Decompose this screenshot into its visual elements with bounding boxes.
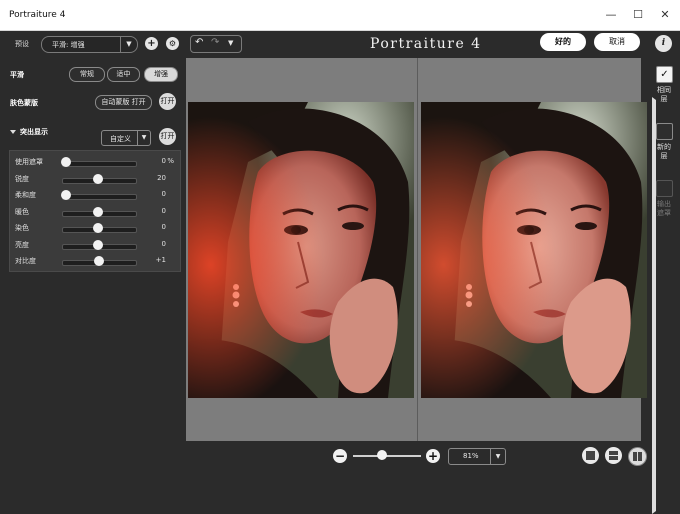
- new-layer-checkbox[interactable]: [656, 123, 673, 140]
- slider-value: 0: [161, 223, 166, 231]
- zoom-out-button[interactable]: −: [333, 449, 347, 463]
- slider-row: 亮度 0: [10, 237, 180, 253]
- section-enhance[interactable]: 突出显示: [10, 127, 48, 137]
- app-brand-logo: Portraiture 4: [370, 36, 482, 52]
- undo-icon[interactable]: ↶: [195, 37, 203, 48]
- slider-label: 柔和度: [15, 191, 36, 199]
- slider-unit: %: [167, 157, 174, 165]
- slider-row: 柔和度 0: [10, 187, 180, 203]
- slider-value: 20: [157, 173, 166, 182]
- slider-value: 0: [161, 190, 166, 198]
- app-body: 预设 平滑: 增强 ▼ + ⚙ ↶ ↷ ▼ Portraiture 4 好的 取…: [0, 31, 680, 514]
- slider-label: 亮度: [15, 240, 29, 249]
- history-chevron-down-icon[interactable]: ▼: [228, 39, 233, 47]
- slider-label: 暖色: [15, 207, 29, 216]
- output-panel: ✓ 相同层 新的层 输出遮罩: [642, 58, 680, 441]
- minimize-button[interactable]: —: [600, 6, 622, 24]
- output-mask-label: 输出遮罩: [657, 200, 671, 217]
- chevron-down-icon: ▼: [137, 131, 150, 145]
- slider-value: 0: [161, 239, 166, 248]
- auto-mask-button[interactable]: 自动蒙版 打开: [95, 95, 152, 110]
- help-button[interactable]: i: [655, 35, 672, 52]
- split-vertical-view-button[interactable]: [628, 447, 647, 466]
- slider-value: 0: [161, 206, 166, 215]
- preset-label: 预设: [15, 40, 29, 48]
- zoom-slider-track[interactable]: [353, 455, 421, 457]
- chevron-down-icon: ▼: [490, 449, 505, 464]
- redo-icon[interactable]: ↷: [211, 37, 219, 48]
- slider-handle[interactable]: [93, 256, 104, 266]
- settings-button[interactable]: ⚙: [166, 37, 179, 50]
- minus-icon: −: [334, 449, 346, 463]
- checkmark-icon: ✓: [660, 69, 669, 80]
- top-toolbar: 预设 平滑: 增强 ▼ + ⚙ ↶ ↷ ▼ Portraiture 4 好的 取…: [0, 31, 680, 57]
- section-smoothing[interactable]: 平滑: [10, 70, 656, 486]
- smoothing-option-medium[interactable]: 适中: [107, 67, 140, 82]
- enhance-mode-dropdown[interactable]: 自定义 ▼: [101, 130, 151, 146]
- slider-row: 锐度 20: [10, 171, 180, 187]
- preset-value: 平滑: 增强: [52, 41, 85, 49]
- slider-handle[interactable]: [92, 223, 103, 233]
- split-divider[interactable]: [417, 58, 418, 441]
- retouched-photo: [421, 102, 647, 398]
- slider-label: 使用遮罩: [15, 158, 43, 166]
- slider-label: 染色: [15, 224, 29, 232]
- same-layer-label: 相同层: [657, 86, 671, 103]
- slider-track[interactable]: [62, 194, 137, 200]
- split-horizontal-view-button[interactable]: [605, 447, 622, 464]
- cancel-button[interactable]: 取消: [594, 33, 640, 51]
- slider-value: 0: [161, 157, 166, 165]
- zoom-slider-handle[interactable]: [377, 450, 387, 460]
- original-photo: [188, 102, 414, 398]
- same-layer-checkbox[interactable]: ✓: [656, 66, 673, 83]
- split-horizontal-icon: [609, 451, 618, 455]
- slider-row: 使用遮罩 0%: [10, 154, 180, 170]
- window-title: Portraiture 4: [9, 10, 66, 20]
- zoom-value: 81%: [463, 452, 479, 460]
- maximize-button[interactable]: ☐: [627, 6, 649, 24]
- slider-handle[interactable]: [92, 206, 103, 217]
- enhance-toggle[interactable]: 打开: [159, 128, 176, 145]
- slider-handle[interactable]: [61, 157, 71, 167]
- zoom-in-button[interactable]: +: [426, 449, 440, 463]
- single-view-button[interactable]: [582, 447, 599, 464]
- smoothing-option-normal[interactable]: 常规: [69, 67, 105, 82]
- close-button[interactable]: ✕: [654, 6, 676, 24]
- add-preset-button[interactable]: +: [145, 37, 158, 50]
- slider-handle[interactable]: [92, 173, 103, 184]
- slider-handle[interactable]: [92, 239, 103, 250]
- slider-row: 染色 0: [10, 220, 180, 236]
- gear-icon: ⚙: [168, 39, 177, 48]
- bottom-toolbar: − + 81% ▼: [0, 441, 680, 472]
- section-skin-mask[interactable]: 肤色蒙版: [10, 98, 656, 514]
- enhance-sliders: 使用遮罩 0% 锐度 20 柔和度 0 暖色 0 染色 0 亮度 0 对比度 +1: [9, 150, 181, 272]
- zoom-level-dropdown[interactable]: 81% ▼: [448, 448, 506, 465]
- slider-handle[interactable]: [61, 190, 71, 200]
- slider-row: 暖色 0: [10, 204, 180, 220]
- window-titlebar: Portraiture 4 — ☐ ✕: [0, 0, 680, 31]
- preset-dropdown[interactable]: 平滑: 增强 ▼: [41, 36, 138, 53]
- plus-icon: +: [147, 38, 156, 49]
- single-view-icon: [586, 451, 595, 460]
- output-mask-checkbox[interactable]: [656, 180, 673, 197]
- split-horizontal-icon-lower: [609, 456, 618, 460]
- slider-value: +1: [155, 256, 166, 264]
- chevron-down-icon: ▼: [120, 37, 137, 52]
- slider-label: 对比度: [15, 257, 36, 265]
- split-vertical-icon: [633, 452, 637, 461]
- preview-canvas[interactable]: [186, 58, 647, 441]
- slider-track[interactable]: [62, 161, 137, 167]
- slider-label: 锐度: [15, 174, 29, 183]
- new-layer-label: 新的层: [657, 143, 671, 160]
- slider-row: 对比度 +1: [10, 253, 180, 269]
- ok-button[interactable]: 好的: [540, 33, 586, 51]
- collapse-arrow-icon: [10, 130, 16, 134]
- enhance-mode-value: 自定义: [110, 135, 131, 143]
- history-controls: ↶ ↷ ▼: [190, 35, 242, 53]
- split-vertical-icon-right: [638, 452, 642, 461]
- smoothing-option-strong[interactable]: 增强: [144, 67, 178, 82]
- skin-mask-toggle[interactable]: 打开: [159, 93, 176, 110]
- plus-icon: +: [427, 449, 439, 463]
